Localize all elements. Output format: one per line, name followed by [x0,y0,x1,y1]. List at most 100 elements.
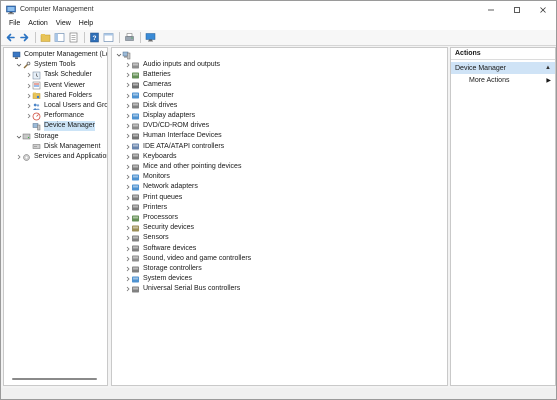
device-category-processors[interactable]: Processors [124,213,178,223]
expand-chevron-icon[interactable] [124,193,131,203]
expand-chevron-icon[interactable] [124,264,131,274]
expand-chevron-icon[interactable] [124,142,131,152]
expand-chevron-icon[interactable] [124,111,131,121]
actions-section-device-manager[interactable]: Device Manager ▲ [451,62,555,74]
expand-chevron-icon[interactable] [25,91,32,101]
device-category-universal-serial-bus-controllers[interactable]: Universal Serial Bus controllers [124,284,240,294]
expand-chevron-icon[interactable] [124,80,131,90]
menu-help[interactable]: Help [75,18,97,30]
expand-chevron-icon[interactable] [124,254,131,264]
software-device-icon [132,245,139,252]
device-category-mice-and-other-pointing-devices[interactable]: Mice and other pointing devices [124,162,241,172]
device-tree-pane[interactable]: Audio inputs and outputs Batteries Cameras… [111,47,448,386]
display-adapter-icon [132,113,139,119]
expand-chevron-icon[interactable] [124,131,131,141]
expand-chevron-icon[interactable] [124,172,131,182]
collapse-caret-icon[interactable]: ▲ [545,65,551,71]
collapse-chevron-icon[interactable] [15,132,22,142]
tree-item-storage[interactable]: Storage [15,132,59,142]
tree-item-system-tools[interactable]: System Tools [15,60,76,70]
tree-item-device-manager[interactable]: Device Manager [25,121,95,132]
device-category-disk-drives[interactable]: Disk drives [124,101,177,111]
device-category-computer[interactable]: Computer [124,91,174,101]
device-category-software-devices[interactable]: Software devices [124,244,196,254]
device-category-sound-video-and-game-controllers[interactable]: Sound, video and game controllers [124,254,251,264]
device-category-batteries[interactable]: Batteries [124,70,171,80]
collapse-chevron-icon[interactable] [15,60,22,70]
minimize-button[interactable] [478,1,504,18]
device-category-audio-inputs-and-outputs[interactable]: Audio inputs and outputs [124,60,220,70]
device-category-cameras[interactable]: Cameras [124,80,171,90]
print-button[interactable] [123,32,135,44]
expand-chevron-icon[interactable] [124,244,131,254]
expand-chevron-icon[interactable] [124,182,131,192]
collapse-chevron-icon[interactable] [115,50,122,60]
more-actions-item[interactable]: More Actions ▶ [451,74,555,86]
expand-chevron-icon[interactable] [124,91,131,101]
tree-item-services-and-applications[interactable]: Services and Applications [15,152,107,162]
expand-chevron-icon[interactable] [124,162,131,172]
forward-button[interactable] [18,32,30,44]
device-tree-root[interactable] [115,50,134,60]
console-tree-pane[interactable]: Computer Management (Local System Tools Ta… [3,47,108,386]
device-category-dvd-cd-rom-drives[interactable]: DVD/CD-ROM drives [124,121,209,131]
expand-chevron-icon[interactable] [25,81,32,91]
expand-chevron-icon[interactable] [124,70,131,80]
device-category-human-interface-devices[interactable]: Human Interface Devices [124,131,222,141]
menu-file[interactable]: File [5,18,24,30]
menu-view[interactable]: View [52,18,75,30]
title-bar[interactable]: Computer Management [1,1,556,18]
expand-chevron-icon[interactable] [25,111,32,121]
tree-item-performance[interactable]: Performance [25,111,84,121]
device-category-monitors[interactable]: Monitors [124,172,170,182]
device-category-display-adapters[interactable]: Display adapters [124,111,195,121]
scrollbar-thumb[interactable] [12,378,97,380]
close-button[interactable] [530,1,556,18]
expand-chevron-icon[interactable] [124,213,131,223]
printer-icon [132,204,139,211]
expand-chevron-icon[interactable] [124,60,131,70]
device-category-printers[interactable]: Printers [124,203,167,213]
show-hide-console-tree-button[interactable] [53,32,65,44]
expand-chevron-icon[interactable] [124,223,131,233]
help-button[interactable]: ? [88,32,100,44]
expand-chevron-icon[interactable] [124,274,131,284]
expand-chevron-icon[interactable] [124,152,131,162]
storage-controller-icon [132,266,139,272]
back-button[interactable] [4,32,16,44]
device-category-system-devices[interactable]: System devices [124,274,192,284]
expand-chevron-icon[interactable] [124,203,131,213]
export-list-button[interactable] [67,32,79,44]
device-category-ide-ata-atapi-controllers[interactable]: IDE ATA/ATAPI controllers [124,142,224,152]
tree-item-computer-management-local[interactable]: Computer Management (Local [5,50,107,60]
device-category-network-adapters[interactable]: Network adapters [124,182,198,192]
up-one-level-button[interactable] [39,32,51,44]
expand-chevron-icon[interactable] [15,152,22,162]
horizontal-scrollbar[interactable] [6,376,105,381]
tree-item-local-users-and-groups[interactable]: Local Users and Groups [25,101,107,111]
expand-chevron-icon[interactable] [124,101,131,111]
show-hide-action-pane-button[interactable] [102,32,114,44]
expand-chevron-icon[interactable] [25,101,32,111]
expand-chevron-icon[interactable] [25,70,32,80]
expand-chevron-icon[interactable] [124,233,131,243]
device-category-sensors[interactable]: Sensors [124,233,169,243]
device-category-security-devices[interactable]: Security devices [124,223,194,233]
tree-item-event-viewer[interactable]: Event Viewer [25,81,85,91]
action-pane-icon [103,33,113,42]
tree-item-shared-folders[interactable]: Shared Folders [25,91,92,101]
device-category-keyboards[interactable]: Keyboards [124,152,176,162]
device-category-print-queues[interactable]: Print queues [124,193,182,203]
tree-item-label: Task Scheduler [44,71,92,79]
device-category-storage-controllers[interactable]: Storage controllers [124,264,202,274]
expand-chevron-icon[interactable] [124,121,131,131]
more-actions-label: More Actions [469,76,510,84]
tree-item-disk-management[interactable]: Disk Management [25,142,100,152]
no-expander [25,142,32,152]
mouse-icon [132,164,139,170]
tree-item-task-scheduler[interactable]: Task Scheduler [25,70,92,80]
maximize-button[interactable] [504,1,530,18]
expand-chevron-icon[interactable] [124,284,131,294]
menu-action[interactable]: Action [24,18,51,30]
scan-hardware-changes-button[interactable] [144,32,156,44]
